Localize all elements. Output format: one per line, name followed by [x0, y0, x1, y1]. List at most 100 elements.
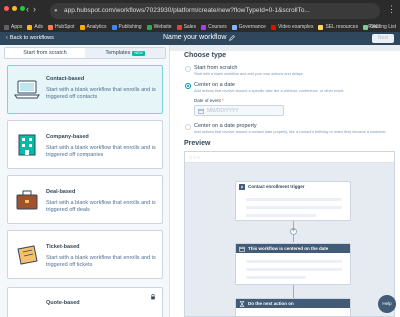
- card-description: Start with a blank workflow that enrolls…: [46, 145, 156, 158]
- bookmark-label: SEL resources: [325, 24, 359, 30]
- radio-center-on-a-date[interactable]: [185, 83, 191, 89]
- hourglass-icon: [239, 300, 245, 307]
- lightning-icon: [239, 183, 245, 190]
- date-of-event-input[interactable]: MM/DD/YYYY: [194, 105, 284, 116]
- bookmark-label: Ads: [34, 24, 44, 30]
- bookmark-item[interactable]: Sales: [176, 24, 197, 30]
- card-company-based[interactable]: Company-based Start with a blank workflo…: [7, 120, 163, 169]
- delay-step-card: Do the next action on: [235, 298, 351, 316]
- bookmark-item[interactable]: Courses: [201, 24, 227, 30]
- forward-arrow-icon[interactable]: ›: [33, 4, 36, 14]
- trigger-step-card: Contact enrollment trigger: [235, 181, 351, 221]
- card-contact-based[interactable]: Contact-based Start with a blank workflo…: [7, 65, 163, 114]
- bookmark-item[interactable]: Video examples: [270, 24, 314, 30]
- card-deal-based[interactable]: Deal-based Start with a blank workflow t…: [7, 175, 163, 224]
- bookmark-item[interactable]: Governance: [231, 24, 266, 30]
- workflow-type-panel: Start from scratch Templates NEW Contact…: [0, 45, 170, 317]
- tab-templates[interactable]: Templates NEW: [85, 48, 165, 58]
- card-description: Start with a blank workflow that enrolls…: [46, 200, 156, 213]
- option-label-center-on-a-date-property: Center on a date property: [194, 123, 257, 129]
- bookmark-item[interactable]: HubSpot: [48, 24, 75, 30]
- back-to-workflows-link[interactable]: ‹ Back to workflows: [6, 35, 54, 41]
- step-label: Contact enrollment trigger: [248, 184, 305, 189]
- bookmark-item[interactable]: SEL resources: [318, 24, 358, 30]
- required-marker: *: [222, 98, 224, 103]
- bookmark-item[interactable]: Website: [146, 24, 172, 30]
- window-dots-icon: ○○○: [189, 155, 202, 161]
- briefcase-icon: [16, 190, 38, 210]
- next-button[interactable]: Next: [372, 34, 394, 43]
- tab-bar: Start from scratch Templates NEW: [4, 47, 166, 59]
- bookmark-favicon-icon: [270, 24, 276, 30]
- tab-label: Start from scratch: [23, 49, 67, 56]
- maximize-window-button[interactable]: [20, 6, 25, 11]
- workflow-name[interactable]: Name your workflow: [163, 34, 236, 41]
- tab-label: Templates: [105, 49, 131, 56]
- bookmark-favicon-icon: [201, 24, 207, 30]
- calendar-icon: [198, 108, 204, 114]
- nav-arrows: ‹ ›: [26, 4, 36, 14]
- reading-list-button[interactable]: Reading List: [368, 22, 396, 32]
- bookmark-favicon-icon: [48, 24, 54, 30]
- date-step-card: This workflow is centered on the date: [235, 243, 351, 285]
- preview-heading: Preview: [184, 140, 211, 147]
- pencil-icon[interactable]: [229, 34, 236, 41]
- bookmark-item[interactable]: Publishing: [111, 24, 142, 30]
- bookmark-item[interactable]: Analytics: [79, 24, 107, 30]
- card-quote-based[interactable]: Quote-based: [7, 287, 163, 317]
- placeholder-line: [246, 214, 316, 217]
- step-header: Do the next action on: [236, 299, 350, 308]
- bookmark-item[interactable]: Ads: [27, 24, 43, 30]
- bookmark-label: Website: [153, 24, 172, 30]
- bookmark-favicon-icon: [4, 24, 9, 30]
- card-title: Deal-based: [46, 189, 76, 195]
- add-step-icon[interactable]: +: [290, 228, 297, 235]
- app-header: ‹ Back to workflows Name your workflow N…: [0, 32, 400, 45]
- preview-panel: ○○○ Contact enrollment trigger + This wo…: [184, 151, 395, 317]
- lock-icon: [151, 294, 155, 300]
- preview-canvas: Contact enrollment trigger + This workfl…: [185, 163, 394, 316]
- bookmark-item[interactable]: Apps: [4, 24, 22, 30]
- ticket-icon: [17, 245, 38, 265]
- card-title: Quote-based: [46, 300, 80, 306]
- placeholder-line: [246, 260, 342, 263]
- connector-line: [293, 285, 294, 298]
- option-label-center-on-a-date: Center on a date: [194, 82, 235, 88]
- address-bar[interactable]: ● app.hubspot.com/workflows/7023930/plat…: [50, 3, 380, 19]
- step-label: This workflow is centered on the date: [248, 246, 329, 251]
- bookmark-favicon-icon: [231, 24, 237, 30]
- option-desc-center-on-a-date: Add actions that revolve around a specif…: [194, 89, 345, 93]
- card-title: Contact-based: [46, 76, 85, 82]
- new-badge: NEW: [132, 50, 145, 56]
- minimize-window-button[interactable]: [12, 6, 17, 11]
- step-header: Contact enrollment trigger: [236, 182, 350, 191]
- placeholder-line: [246, 206, 342, 209]
- back-arrow-icon[interactable]: ‹: [26, 4, 29, 14]
- url-text: app.hubspot.com/workflows/7023930/platfo…: [64, 7, 310, 14]
- step-header: This workflow is centered on the date: [236, 244, 350, 253]
- bookmark-label: Video examples: [277, 24, 314, 30]
- building-icon: [18, 134, 36, 156]
- option-desc-start-from-scratch: Start with a blank workflow and add your…: [194, 72, 304, 76]
- placeholder-line: [246, 276, 306, 279]
- date-placeholder: MM/DD/YYYY: [207, 107, 239, 114]
- bookmark-label: HubSpot: [55, 24, 75, 30]
- card-title: Company-based: [46, 134, 89, 140]
- step-label: Do the next action on: [248, 301, 294, 306]
- bookmark-label: Sales: [183, 24, 197, 30]
- browser-toolbar: ‹ › ● app.hubspot.com/workflows/7023930/…: [0, 0, 400, 22]
- card-ticket-based[interactable]: Ticket-based Start with a blank workflow…: [7, 230, 163, 279]
- radio-start-from-scratch[interactable]: [185, 66, 191, 72]
- bookmark-favicon-icon: [318, 24, 324, 30]
- placeholder-line: [246, 268, 342, 271]
- help-button[interactable]: Help: [378, 295, 396, 313]
- bookmark-favicon-icon: [79, 24, 85, 30]
- laptop-icon: [14, 80, 40, 99]
- bookmark-favicon-icon: [27, 24, 33, 30]
- close-window-button[interactable]: [4, 6, 9, 11]
- bookmark-favicon-icon: [146, 24, 152, 30]
- card-description: Start with a blank workflow that enrolls…: [46, 87, 156, 100]
- radio-center-on-a-date-property[interactable]: [185, 124, 191, 130]
- tab-start-from-scratch[interactable]: Start from scratch: [5, 48, 85, 58]
- browser-menu-icon[interactable]: ⋮: [387, 4, 396, 15]
